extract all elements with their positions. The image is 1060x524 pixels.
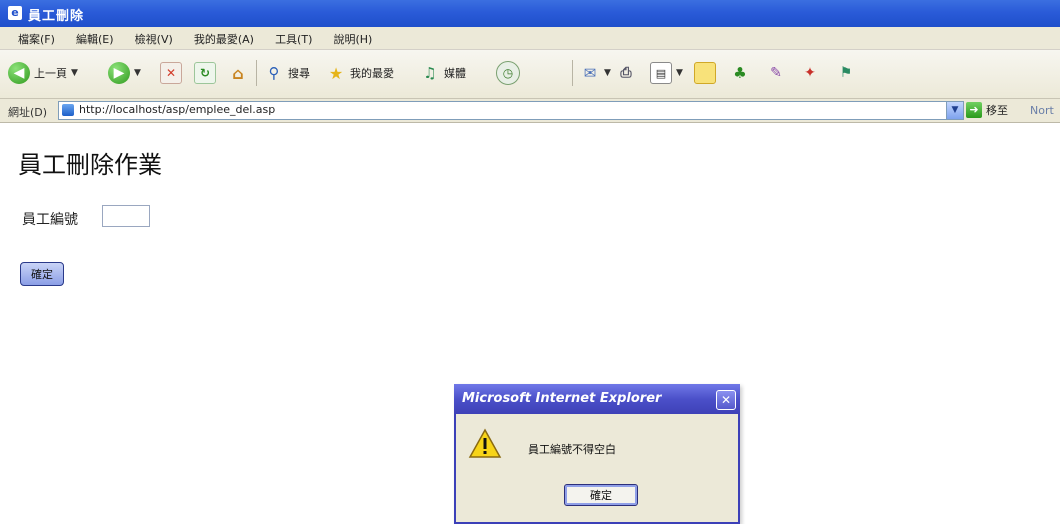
toolbar-separator [572, 60, 573, 86]
media-icon: ♫ [423, 64, 437, 82]
stop-icon: ✕ [160, 62, 182, 84]
forward-button[interactable]: ▶ ▼ [108, 58, 141, 88]
dialog-titlebar: Microsoft Internet Explorer ✕ [454, 384, 740, 414]
refresh-icon: ↻ [194, 62, 216, 84]
messenger-button[interactable]: ♣ [730, 58, 750, 88]
print-icon: ⎙ [620, 65, 632, 81]
mail-button[interactable]: ✉ ▼ [580, 58, 611, 88]
menu-favorites[interactable]: 我的最愛(A) [186, 29, 262, 51]
refresh-button[interactable]: ↻ [194, 58, 216, 88]
page-icon [62, 104, 74, 116]
dialog-title: Microsoft Internet Explorer [462, 391, 662, 406]
print-button[interactable]: ⎙ [616, 58, 636, 88]
edit-button[interactable]: ▤ ▼ [650, 58, 683, 88]
page-title: 員工刪除作業 [18, 151, 162, 179]
back-arrow-icon: ◀ [8, 62, 30, 84]
chevron-down-icon: ▼ [71, 68, 78, 78]
edit-page-icon: ▤ [650, 62, 672, 84]
history-button[interactable]: ◷ [496, 58, 520, 88]
menu-help[interactable]: 說明(H) [325, 29, 380, 51]
notes-button[interactable] [694, 58, 716, 88]
address-bar: 網址(D) http://localhost/asp/emplee_del.as… [0, 99, 1060, 123]
discuss-button[interactable]: ✎ [766, 58, 786, 88]
translate-button[interactable]: ⚑ [836, 58, 856, 88]
chevron-down-icon: ▼ [134, 68, 141, 78]
window-titlebar: e 員工刪除 [0, 0, 1060, 27]
employee-id-input[interactable] [102, 205, 150, 227]
favorites-label: 我的最愛 [350, 67, 394, 80]
search-button[interactable]: ⚲ 搜尋 [264, 58, 311, 88]
messenger-icon: ♣ [733, 64, 747, 82]
address-label: 網址(D) [8, 106, 48, 119]
favorites-button[interactable]: ★ 我的最愛 [326, 58, 394, 88]
history-icon: ◷ [496, 61, 520, 85]
go-arrow-icon: ➜ [966, 102, 982, 118]
forward-arrow-icon: ▶ [108, 62, 130, 84]
go-label: 移至 [986, 104, 1008, 117]
chevron-down-icon: ▼ [604, 68, 611, 78]
toolbar-separator [256, 60, 257, 86]
star-icon: ★ [328, 63, 344, 83]
menu-edit[interactable]: 編輯(E) [68, 29, 122, 51]
search-label: 搜尋 [288, 67, 310, 80]
stop-button[interactable]: ✕ [160, 58, 182, 88]
search-icon: ⚲ [268, 64, 280, 82]
alert-dialog: Microsoft Internet Explorer ✕ 員工編號不得空白 確… [454, 384, 740, 524]
menu-view[interactable]: 檢視(V) [127, 29, 181, 51]
translate-icon: ⚑ [839, 65, 853, 81]
note-icon [694, 62, 716, 84]
dialog-ok-button[interactable]: 確定 [564, 484, 638, 506]
chevron-down-icon: ▼ [676, 68, 683, 78]
address-dropdown-button[interactable]: ▼ [946, 101, 964, 120]
address-url[interactable]: http://localhost/asp/emplee_del.asp [79, 103, 275, 116]
ie-logo-icon: e [8, 6, 22, 20]
dialog-close-button[interactable]: ✕ [716, 390, 736, 410]
research-button[interactable]: ✦ [800, 58, 820, 88]
discuss-icon: ✎ [770, 65, 782, 81]
toolbar: ◀ 上一頁 ▼ ▶ ▼ ✕ ↻ ⌂ ⚲ 搜尋 ★ 我的最愛 ♫ 媒體 ◷ ✉ ▼… [0, 50, 1060, 99]
submit-button[interactable]: 確定 [20, 262, 64, 286]
research-icon: ✦ [804, 65, 816, 81]
warning-icon [468, 428, 502, 458]
home-icon: ⌂ [232, 63, 244, 83]
home-button[interactable]: ⌂ [228, 58, 248, 88]
back-button[interactable]: ◀ 上一頁 ▼ [8, 58, 78, 88]
employee-id-label: 員工編號 [22, 212, 78, 228]
back-label: 上一頁 [34, 67, 67, 80]
media-button[interactable]: ♫ 媒體 [420, 58, 466, 88]
media-label: 媒體 [444, 67, 466, 80]
links-label[interactable]: Nort [1030, 104, 1054, 117]
menu-file[interactable]: 檔案(F) [10, 29, 63, 51]
go-button[interactable]: ➜ 移至 [966, 102, 1008, 118]
window-title: 員工刪除 [28, 9, 85, 24]
menu-tools[interactable]: 工具(T) [267, 29, 320, 51]
menu-bar: 檔案(F) 編輯(E) 檢視(V) 我的最愛(A) 工具(T) 說明(H) [0, 27, 1060, 50]
address-input[interactable]: http://localhost/asp/emplee_del.asp [58, 101, 948, 120]
dialog-message: 員工編號不得空白 [528, 443, 616, 456]
mail-icon: ✉ [583, 64, 597, 82]
